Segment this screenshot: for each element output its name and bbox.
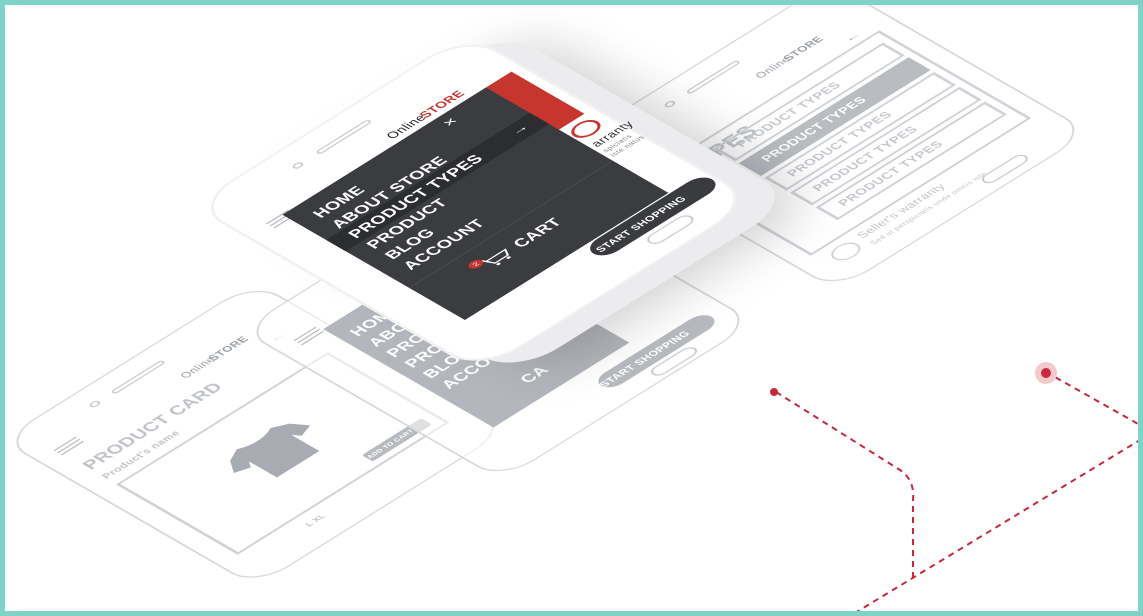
connector-origin-dot — [770, 388, 778, 396]
connector-pin-dot — [1035, 362, 1057, 384]
illustration-scene: Online STORE ← TYPES PRODUCT TYPES PRODU… — [0, 0, 1143, 616]
